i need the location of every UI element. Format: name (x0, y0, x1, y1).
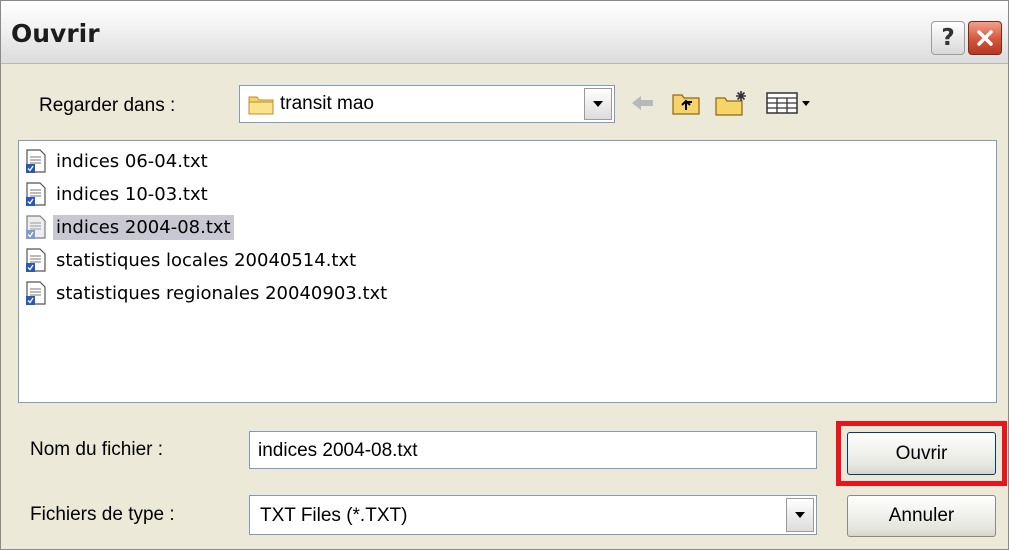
look-in-label: Regarder dans : (39, 95, 176, 116)
help-icon: ? (941, 25, 955, 51)
folder-icon (248, 96, 274, 115)
chevron-down-icon (593, 101, 603, 107)
filetype-value: TXT Files (*.TXT) (260, 505, 408, 526)
help-button[interactable]: ? (931, 21, 965, 55)
back-button[interactable] (628, 89, 658, 117)
close-icon (977, 30, 993, 46)
filetype-label: Fichiers de type : (30, 504, 175, 525)
file-name: indices 10-03.txt (56, 183, 208, 205)
dialog-title: Ouvrir (11, 19, 100, 48)
filetype-dropdown[interactable]: TXT Files (*.TXT) (249, 495, 817, 535)
filename-label: Nom du fichier : (30, 439, 164, 460)
text-file-icon (26, 281, 46, 305)
filetype-dropdown-button[interactable] (786, 498, 814, 532)
view-menu-button[interactable] (764, 89, 814, 117)
look-in-dropdown-button[interactable] (584, 88, 612, 120)
new-folder-icon (715, 91, 746, 116)
file-list[interactable]: indices 06-04.txt indices 10-03.txt indi… (18, 140, 997, 403)
text-file-icon (26, 149, 46, 173)
title-bar: Ouvrir ? (1, 1, 1008, 64)
file-name: statistiques locales 20040514.txt (56, 249, 357, 271)
look-in-dropdown[interactable]: transit mao (239, 85, 615, 123)
cancel-button[interactable]: Annuler (847, 495, 996, 537)
file-name: indices 2004-08.txt (53, 214, 234, 240)
open-button-highlight (836, 421, 1007, 486)
file-item[interactable]: indices 10-03.txt (25, 180, 211, 208)
new-folder-button[interactable] (714, 89, 750, 117)
view-menu-icon (766, 92, 810, 114)
back-arrow-icon (632, 96, 653, 110)
up-folder-button[interactable] (670, 89, 702, 117)
file-item[interactable]: statistiques locales 20040514.txt (25, 246, 359, 274)
file-name: indices 06-04.txt (56, 150, 208, 172)
open-file-dialog: Ouvrir ? Regarder dans : transit mao ind… (0, 0, 1009, 550)
chevron-down-icon (795, 512, 805, 518)
file-name: statistiques regionales 20040903.txt (56, 282, 388, 304)
file-item-selected[interactable]: indices 2004-08.txt (25, 213, 234, 241)
text-file-icon (26, 215, 46, 239)
look-in-value: transit mao (280, 93, 374, 114)
file-item[interactable]: indices 06-04.txt (25, 147, 211, 175)
filename-input[interactable]: indices 2004-08.txt (249, 431, 817, 469)
close-button[interactable] (968, 21, 1002, 55)
up-folder-icon (672, 94, 700, 115)
filename-value: indices 2004-08.txt (258, 440, 418, 461)
text-file-icon (26, 182, 46, 206)
file-item[interactable]: statistiques regionales 20040903.txt (25, 279, 390, 307)
text-file-icon (26, 248, 46, 272)
